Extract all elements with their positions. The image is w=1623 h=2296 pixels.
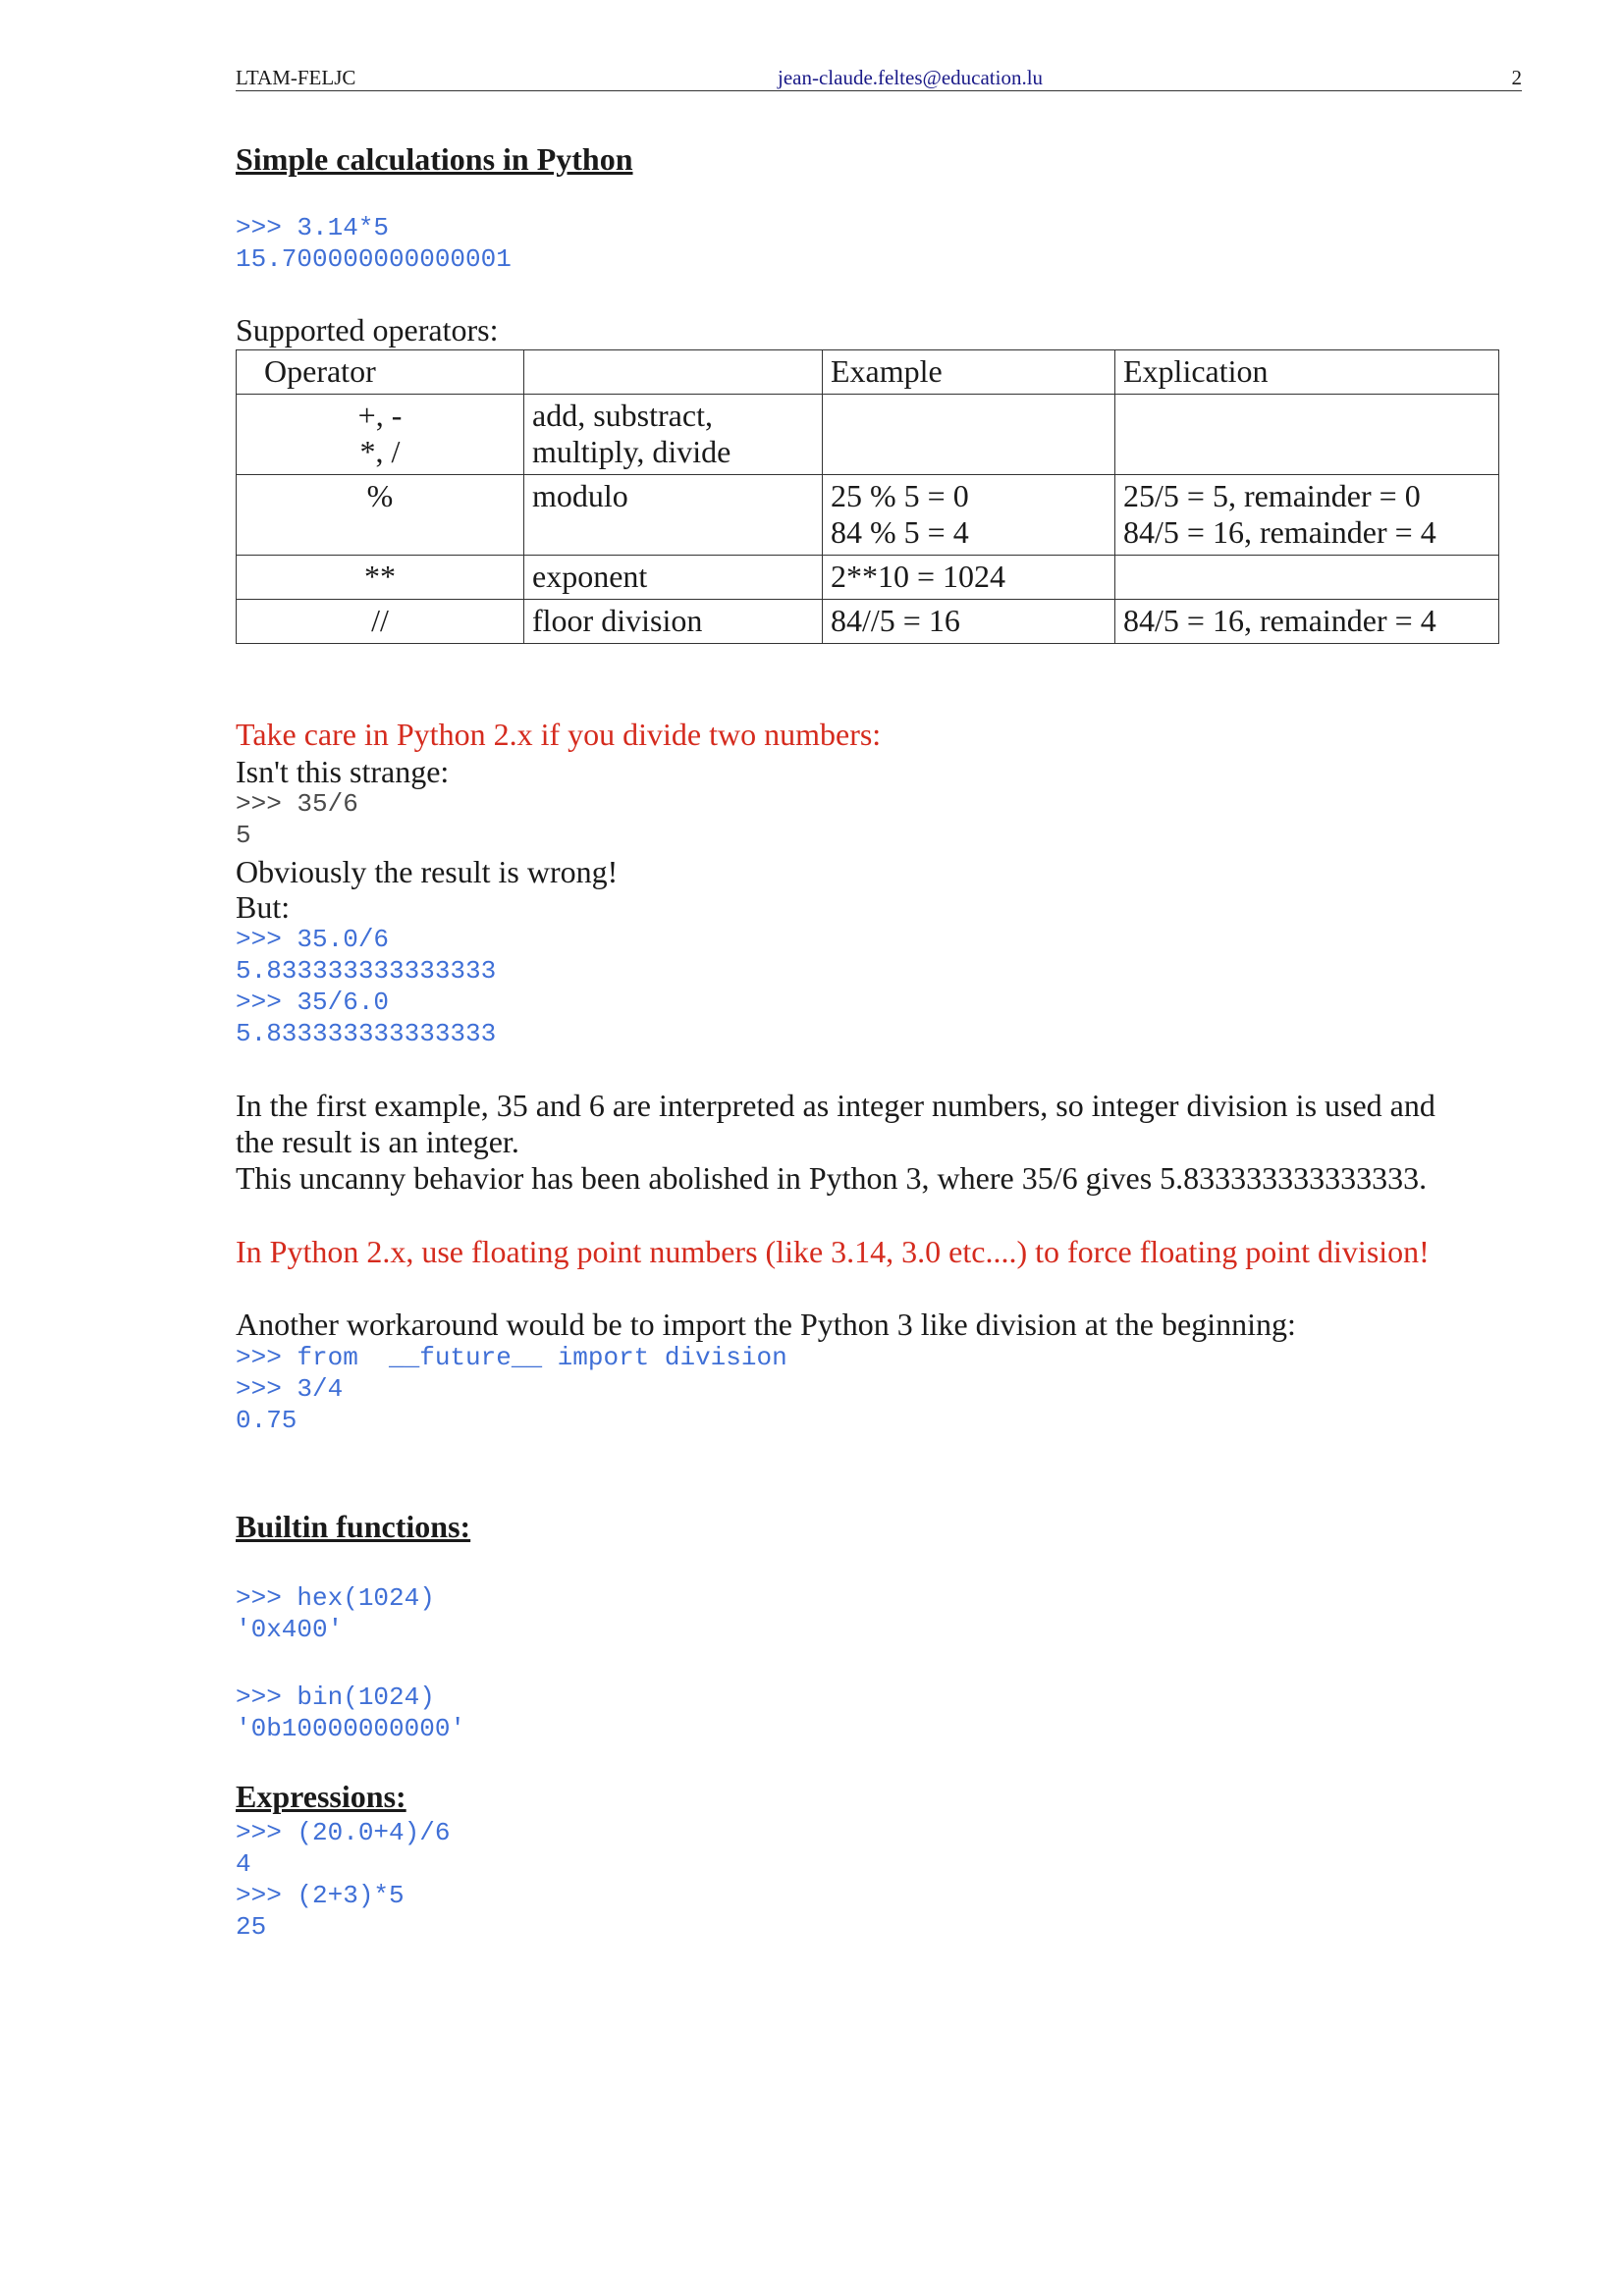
code-block-multiply: >>> 3.14*5 15.700000000000001 <box>236 213 512 274</box>
operators-table: Operator Example Explication +, - *, / a… <box>236 349 1499 644</box>
example-cell: 84//5 = 16 <box>822 599 1115 644</box>
name-cell: exponent <box>523 555 823 600</box>
explanation-line-3: This uncanny behavior has been abolished… <box>236 1160 1428 1196</box>
operator-cell: ** <box>236 555 524 600</box>
header-cell: Example <box>822 349 1115 395</box>
explication-cell <box>1114 394 1499 475</box>
code-block-future-import: >>> from __future__ import division >>> … <box>236 1343 787 1435</box>
operator-cell: // <box>236 599 524 644</box>
workaround-text: Another workaround would be to import th… <box>236 1307 1296 1342</box>
header-cell: Operator <box>236 349 524 395</box>
table-header-row: Operator Example Explication <box>236 349 1499 395</box>
code-block-expressions: >>> (20.0+4)/6 4 >>> (2+3)*5 25 <box>236 1818 451 1942</box>
wrong-result-text: Obviously the result is wrong! <box>236 854 619 889</box>
division-warning: Take care in Python 2.x if you divide tw… <box>236 717 882 752</box>
strange-text: Isn't this strange: <box>236 754 450 789</box>
operator-cell: % <box>236 474 524 556</box>
page-header: LTAM-FELJC jean-claude.feltes@education.… <box>236 66 1523 91</box>
name-cell: modulo <box>523 474 823 556</box>
section-title-builtin-functions: Builtin functions: <box>236 1509 471 1544</box>
floating-point-tip: In Python 2.x, use floating point number… <box>236 1234 1430 1269</box>
example-cell: 2**10 = 1024 <box>822 555 1115 600</box>
example-cell <box>822 394 1115 475</box>
section-title-expressions: Expressions: <box>236 1779 406 1814</box>
section-title-simple-calculations: Simple calculations in Python <box>236 141 633 177</box>
table-row: // floor division 84//5 = 16 84/5 = 16, … <box>236 599 1499 644</box>
table-row: % modulo 25 % 5 = 0 84 % 5 = 4 25/5 = 5,… <box>236 474 1499 556</box>
name-cell: floor division <box>523 599 823 644</box>
table-row: ** exponent 2**10 = 1024 <box>236 555 1499 600</box>
explication-cell: 84/5 = 16, remainder = 4 <box>1114 599 1499 644</box>
operator-cell: +, - *, / <box>236 394 524 475</box>
header-left: LTAM-FELJC <box>236 66 356 89</box>
name-cell: add, substract, multiply, divide <box>523 394 823 475</box>
example-cell: 25 % 5 = 0 84 % 5 = 4 <box>822 474 1115 556</box>
page-number: 2 <box>1511 66 1523 89</box>
explication-cell <box>1114 555 1499 600</box>
supported-operators-label: Supported operators: <box>236 312 499 347</box>
code-block-hex: >>> hex(1024) '0x400' <box>236 1583 435 1644</box>
code-block-bin: >>> bin(1024) '0b10000000000' <box>236 1682 466 1743</box>
header-cell <box>523 349 823 395</box>
table-row: +, - *, / add, substract, multiply, divi… <box>236 394 1499 475</box>
but-text: But: <box>236 889 291 925</box>
explication-cell: 25/5 = 5, remainder = 0 84/5 = 16, remai… <box>1114 474 1499 556</box>
code-block-float-division: >>> 35.0/6 5.833333333333333 >>> 35/6.0 … <box>236 925 497 1048</box>
header-cell: Explication <box>1114 349 1499 395</box>
explanation-line-1: In the first example, 35 and 6 are inter… <box>236 1088 1435 1123</box>
header-email[interactable]: jean-claude.feltes@education.lu <box>778 66 1043 90</box>
explanation-line-2: the result is an integer. <box>236 1124 519 1159</box>
code-block-int-division: >>> 35/6 5 <box>236 789 358 850</box>
